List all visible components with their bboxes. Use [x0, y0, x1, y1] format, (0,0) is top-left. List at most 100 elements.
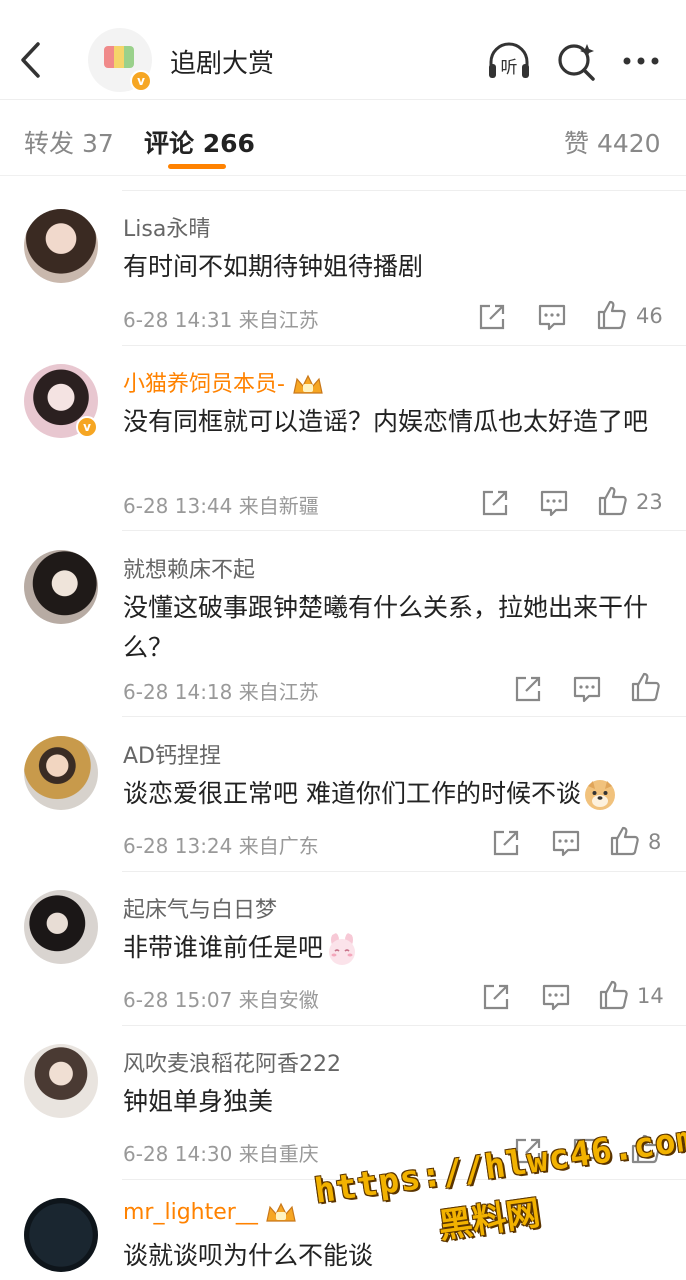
comment-meta: 6-28 13:44 来自新疆 [123, 490, 319, 519]
comment-bubble-icon [552, 830, 580, 857]
tab-likes[interactable]: 赞 4420 [564, 124, 661, 160]
top-bar: v 追剧大赏 听 [0, 0, 686, 100]
comment-username[interactable]: AD钙捏捏 [123, 738, 221, 770]
search-button[interactable] [554, 40, 600, 82]
comment-text-content: 非带谁谁前任是吧 [123, 933, 324, 962]
comment-meta: 6-28 14:18 来自江苏 [123, 676, 319, 705]
comment-location: 来自江苏 [238, 308, 319, 332]
share-icon [482, 490, 508, 516]
comment-text-content: 谈恋爱很正常吧 难道你们工作的时候不谈 [123, 779, 581, 808]
thumbs-up-icon [598, 486, 627, 516]
avatar[interactable] [24, 1198, 98, 1272]
more-horizontal-icon [623, 57, 659, 65]
vip-crown-icon [293, 374, 323, 394]
comment-username[interactable]: 就想赖床不起 [123, 552, 255, 584]
verified-badge-icon: v [76, 416, 98, 438]
divider [122, 871, 686, 872]
thumbs-up-icon [597, 300, 626, 330]
tab-repost-label: 转发 [24, 129, 75, 158]
tab-likes-label: 赞 [564, 129, 590, 158]
comment-time: 6-28 14:31 [123, 308, 233, 332]
avatar[interactable] [24, 209, 98, 283]
thumbs-up-icon [631, 672, 660, 702]
share-button[interactable] [512, 673, 544, 705]
reply-button[interactable] [540, 981, 572, 1013]
like-button[interactable] [596, 299, 628, 331]
divider [122, 190, 686, 191]
tab-repost[interactable]: 转发 37 [24, 124, 114, 160]
comment-location: 来自重庆 [238, 1142, 319, 1166]
comment-text: 谈恋爱很正常吧 难道你们工作的时候不谈 [123, 774, 663, 814]
comment-text: 钟姐单身独美 [123, 1087, 274, 1116]
comment-text: 有时间不如期待钟姐待播剧 [123, 252, 424, 281]
comment-location: 来自新疆 [238, 494, 319, 518]
search-sparkle-icon [558, 44, 595, 81]
share-icon [479, 304, 505, 330]
vip-crown-icon [266, 1202, 296, 1222]
watermark-name: 黑料网 [436, 1193, 543, 1247]
tab-repost-count: 37 [81, 129, 114, 158]
comment-username[interactable]: 起床气与白日梦 [123, 892, 277, 924]
comment-location: 来自广东 [238, 834, 319, 858]
headphones-listen-icon: 听 [489, 42, 529, 78]
active-tab-indicator [168, 164, 226, 169]
tab-comments-label: 评论 [144, 129, 195, 158]
like-count: 8 [648, 830, 662, 854]
comment-location: 来自江苏 [238, 680, 319, 704]
like-button[interactable] [609, 825, 641, 857]
doge-emoji-icon [584, 780, 615, 810]
comment-time: 6-28 14:18 [123, 680, 233, 704]
comment-text: 没有同框就可以造谣？内娱恋情瓜也太好造了吧 [123, 407, 649, 436]
back-button[interactable] [14, 38, 50, 82]
avatar[interactable] [24, 1044, 98, 1118]
avatar[interactable] [24, 890, 98, 964]
share-button[interactable] [476, 301, 508, 333]
avatar[interactable] [24, 550, 98, 624]
comment-username-label: 小猫养饲员本员- [123, 372, 285, 397]
account-avatar[interactable]: v [88, 28, 152, 92]
tab-comments-count: 266 [202, 129, 255, 158]
like-button[interactable] [597, 485, 629, 517]
share-icon [493, 830, 519, 856]
divider [122, 1025, 686, 1026]
comment-text: 没懂这破事跟钟楚曦有什么关系，拉她出来干什么？ [123, 593, 649, 662]
comment-time: 6-28 13:24 [123, 834, 233, 858]
avatar[interactable]: v [24, 364, 98, 438]
comment-username-label: mr_lighter__ [123, 1200, 258, 1225]
share-button[interactable] [490, 827, 522, 859]
share-button[interactable] [480, 981, 512, 1013]
comment-username[interactable]: 小猫养饲员本员- [123, 366, 325, 398]
comment-time: 6-28 13:44 [123, 494, 233, 518]
comment-time: 6-28 14:30 [123, 1142, 233, 1166]
comment-text: 非带谁谁前任是吧 [123, 928, 663, 968]
comment-time: 6-28 15:07 [123, 988, 233, 1012]
like-count: 46 [636, 304, 663, 328]
like-button[interactable] [598, 979, 630, 1011]
account-title[interactable]: 追剧大赏 [170, 43, 274, 80]
like-count: 23 [636, 490, 663, 514]
comment-username[interactable]: mr_lighter__ [123, 1200, 298, 1225]
reply-button[interactable] [550, 827, 582, 859]
tab-comments[interactable]: 评论 266 [144, 124, 255, 160]
divider [122, 530, 686, 531]
like-button[interactable] [630, 671, 662, 703]
comment-username[interactable]: 风吹麦浪稻花阿香222 [123, 1046, 341, 1078]
more-button[interactable] [620, 40, 666, 82]
share-button[interactable] [479, 487, 511, 519]
reply-button[interactable] [536, 301, 568, 333]
tab-bar: 转发 37 评论 266 赞 4420 [0, 100, 686, 176]
comment-meta: 6-28 13:24 来自广东 [123, 830, 319, 859]
comment-bubble-icon [542, 984, 570, 1011]
comment-bubble-icon [573, 676, 601, 703]
share-icon [515, 676, 541, 702]
chevron-left-icon [21, 42, 40, 78]
avatar[interactable] [24, 736, 98, 810]
divider [122, 345, 686, 346]
comment-bubble-icon [540, 490, 568, 517]
thumbs-up-icon [610, 826, 639, 856]
reply-button[interactable] [538, 487, 570, 519]
listen-button[interactable]: 听 [486, 40, 532, 82]
comment-username[interactable]: Lisa永晴 [123, 211, 210, 243]
reply-button[interactable] [571, 673, 603, 705]
thumbs-up-icon [599, 980, 628, 1010]
